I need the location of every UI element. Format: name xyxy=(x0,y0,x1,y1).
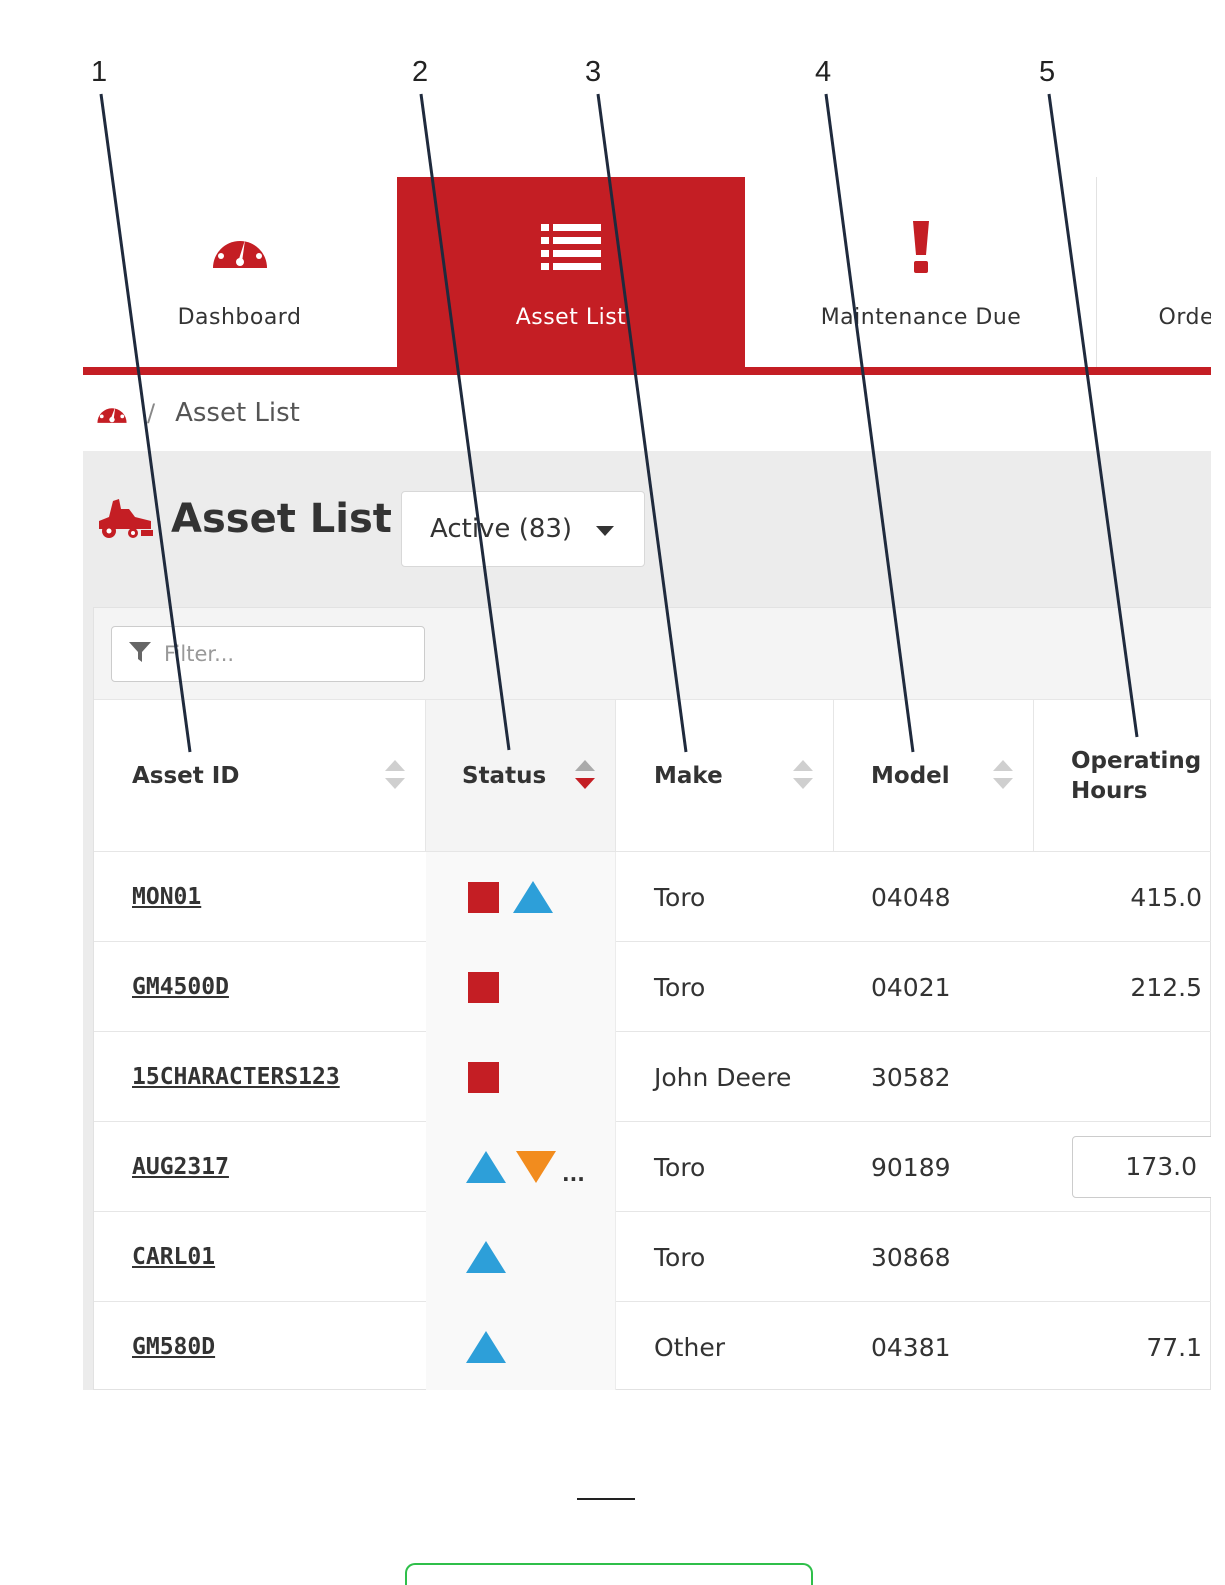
info-triangle-up-icon xyxy=(513,881,553,913)
table-row[interactable]: 15CHARACTERS123 John Deere 30582 xyxy=(94,1032,1211,1122)
make-cell: Toro xyxy=(654,972,706,1002)
page-header: Asset List xyxy=(95,495,392,543)
model-cell: 04048 xyxy=(871,882,951,912)
make-cell: Other xyxy=(654,1332,725,1362)
alert-square-icon xyxy=(468,1061,499,1093)
operating-hours-cell xyxy=(1034,1032,1211,1122)
callout-number-3: 3 xyxy=(585,56,602,88)
sort-icon[interactable] xyxy=(385,760,405,792)
tab-label-maintenance-due: Maintenance Due xyxy=(820,305,1022,330)
table-row[interactable]: AUG2317 ... Toro 90189 173.0 xyxy=(94,1122,1211,1212)
callout-number-1: 1 xyxy=(91,56,108,88)
make-cell: Toro xyxy=(654,882,706,912)
make-cell: Toro xyxy=(654,1242,706,1272)
status-cell xyxy=(426,852,616,942)
make-cell: John Deere xyxy=(654,1062,792,1092)
status-cell: ... xyxy=(426,1122,616,1212)
filter-input[interactable] xyxy=(164,642,404,666)
info-triangle-up-icon xyxy=(466,1331,506,1363)
status-filter-dropdown[interactable]: Active (83) xyxy=(401,491,645,567)
column-header-label: Operating Hours xyxy=(1071,747,1202,804)
column-header-label: Status xyxy=(462,762,547,789)
callout-number-4: 4 xyxy=(815,56,832,88)
table-row[interactable]: GM580D Other 04381 77.1 xyxy=(94,1302,1211,1390)
status-cell xyxy=(426,942,616,1032)
tab-label-asset-list: Asset List xyxy=(515,305,627,330)
table-row[interactable]: GM4500D Toro 04021 212.5 xyxy=(94,942,1211,1032)
exclamation-icon xyxy=(911,217,931,277)
callout-number-5: 5 xyxy=(1039,56,1056,88)
column-header-asset-id[interactable]: Asset ID xyxy=(94,700,426,852)
asset-id-link[interactable]: MON01 xyxy=(132,884,201,910)
tab-orders[interactable]: Orders xyxy=(1097,177,1212,367)
tab-label-orders: Orders xyxy=(1158,305,1212,330)
status-cell xyxy=(426,1212,616,1302)
green-button-edge xyxy=(405,1563,813,1585)
speedometer-icon xyxy=(209,217,271,277)
callout-number-2: 2 xyxy=(412,56,429,88)
operating-hours-input[interactable]: 173.0 xyxy=(1072,1136,1211,1198)
breadcrumb-home-speedometer-icon[interactable] xyxy=(95,398,129,429)
table-toolbar xyxy=(94,608,1211,700)
status-cell xyxy=(426,1302,616,1390)
asset-table-panel: Asset ID Status Make Model Operating Hou… xyxy=(93,607,1211,1390)
asset-id-link[interactable]: CARL01 xyxy=(132,1244,215,1270)
model-cell: 04021 xyxy=(871,972,951,1002)
status-cell xyxy=(426,1032,616,1122)
funnel-icon xyxy=(128,640,152,668)
caret-down-icon xyxy=(596,526,614,536)
column-header-operating-hours[interactable]: Operating Hours xyxy=(1034,700,1211,852)
asset-id-link[interactable]: GM580D xyxy=(132,1334,215,1360)
tab-asset-list[interactable]: Asset List xyxy=(397,177,745,367)
more-status-indicator[interactable]: ... xyxy=(562,1162,585,1186)
info-triangle-up-icon xyxy=(466,1241,506,1273)
asset-id-link[interactable]: 15CHARACTERS123 xyxy=(132,1064,340,1090)
sort-descending-icon[interactable] xyxy=(575,760,595,792)
sort-icon[interactable] xyxy=(793,760,813,792)
top-navigation: Dashboard Asset List Maintenance Due Ord… xyxy=(83,177,1211,375)
model-cell: 90189 xyxy=(871,1152,951,1182)
filter-box[interactable] xyxy=(111,626,425,682)
operating-hours-value: 173.0 xyxy=(1125,1152,1197,1181)
asset-id-link[interactable]: AUG2317 xyxy=(132,1154,229,1180)
breadcrumb-current: Asset List xyxy=(175,398,300,428)
table-row[interactable]: MON01 Toro 04048 415.0 xyxy=(94,852,1211,942)
tab-dashboard[interactable]: Dashboard xyxy=(83,177,396,367)
model-cell: 30582 xyxy=(871,1062,951,1092)
column-header-label: Asset ID xyxy=(132,762,240,789)
model-cell: 30868 xyxy=(871,1242,951,1272)
breadcrumb-separator: / xyxy=(147,399,156,427)
tab-label-dashboard: Dashboard xyxy=(177,305,302,330)
content-area: Asset List Active (83) Asset ID xyxy=(83,451,1211,1390)
warning-triangle-down-icon xyxy=(516,1151,556,1183)
make-cell: Toro xyxy=(654,1152,706,1182)
operating-hours-cell: 212.5 xyxy=(1130,972,1202,1002)
column-header-label: Model xyxy=(871,762,950,789)
status-filter-value: Active (83) xyxy=(430,514,573,544)
app-window: Dashboard Asset List Maintenance Due Ord… xyxy=(83,177,1211,1390)
column-header-status[interactable]: Status xyxy=(426,700,616,852)
mower-icon xyxy=(95,495,155,543)
info-triangle-up-icon xyxy=(466,1151,506,1183)
column-header-make[interactable]: Make xyxy=(616,700,834,852)
list-icon xyxy=(541,217,601,277)
alert-square-icon xyxy=(468,881,499,913)
sort-icon[interactable] xyxy=(993,760,1013,792)
column-header-label: Make xyxy=(654,762,723,789)
model-cell: 04381 xyxy=(871,1332,951,1362)
column-header-model[interactable]: Model xyxy=(834,700,1034,852)
breadcrumb: / Asset List xyxy=(83,375,1211,451)
divider-mark xyxy=(577,1498,635,1500)
operating-hours-cell: 415.0 xyxy=(1130,882,1202,912)
operating-hours-cell: 77.1 xyxy=(1146,1332,1202,1362)
operating-hours-cell xyxy=(1034,1212,1211,1302)
nav-accent-bar xyxy=(83,367,1211,375)
table-row[interactable]: CARL01 Toro 30868 xyxy=(94,1212,1211,1302)
page-title: Asset List xyxy=(171,496,392,542)
alert-square-icon xyxy=(468,971,499,1003)
tab-maintenance-due[interactable]: Maintenance Due xyxy=(746,177,1096,367)
asset-id-link[interactable]: GM4500D xyxy=(132,974,229,1000)
